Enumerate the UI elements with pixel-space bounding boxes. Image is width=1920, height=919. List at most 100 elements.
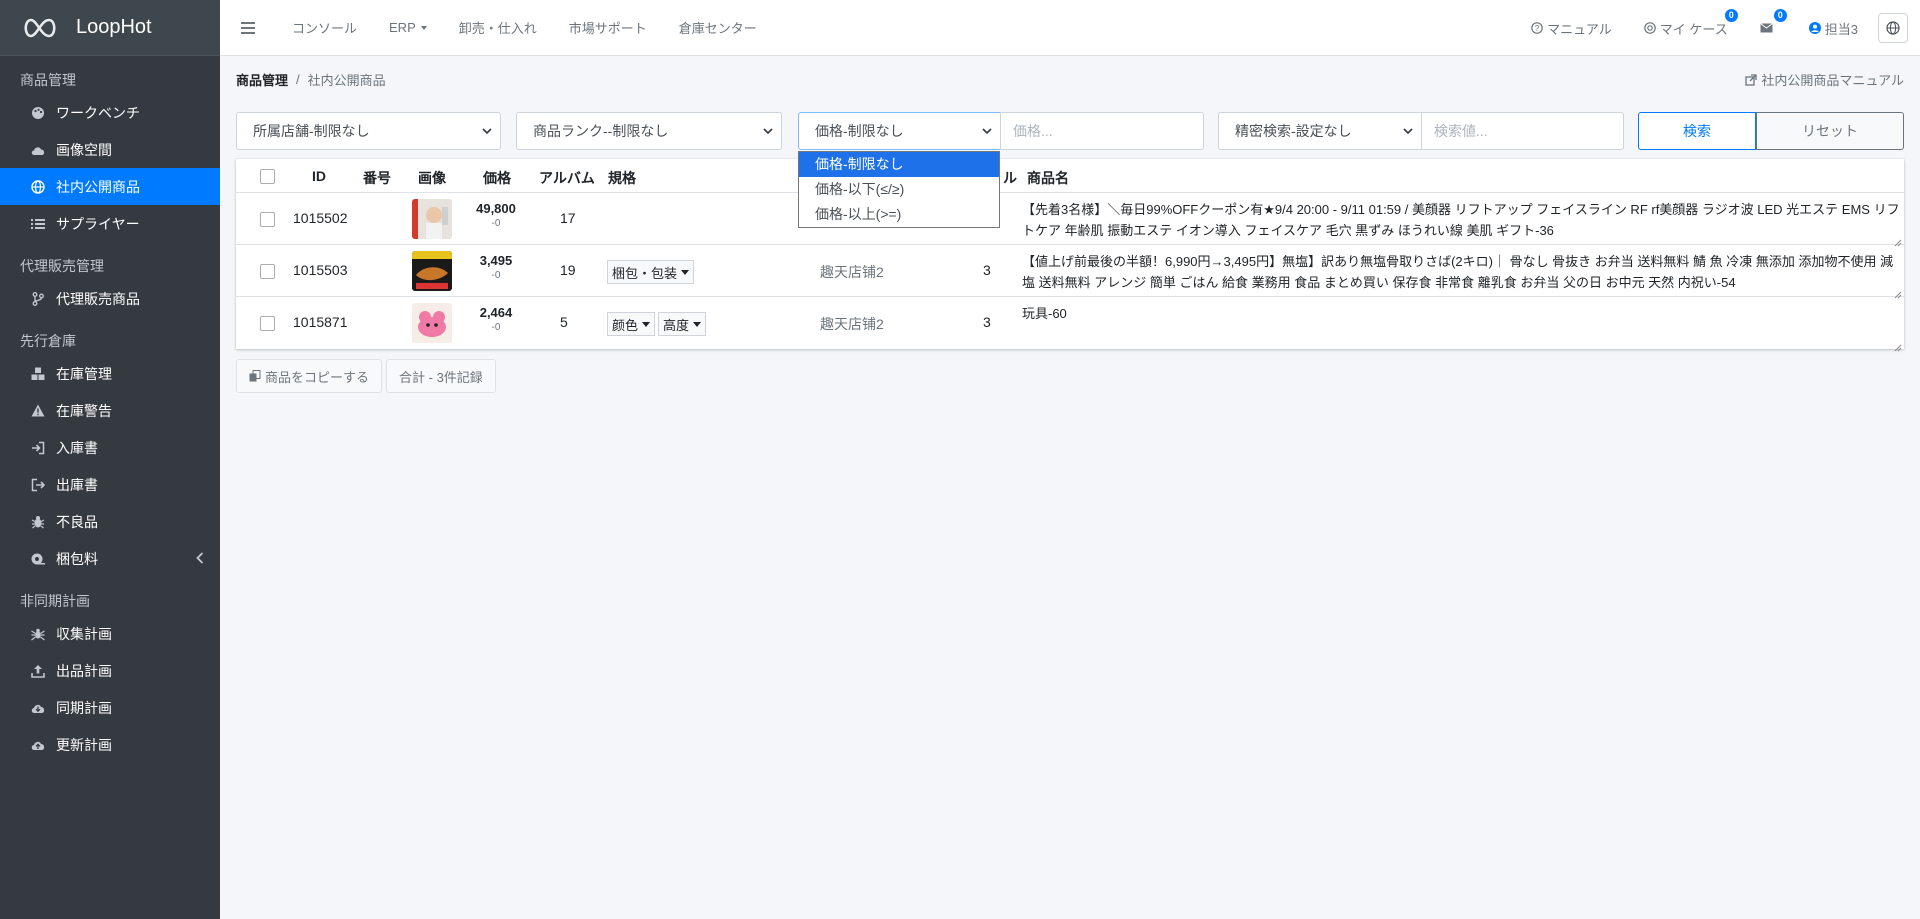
warning-icon bbox=[30, 403, 46, 419]
topbar-right: ? マニュアル マイ ケース 0 0 担当3 bbox=[1515, 0, 1920, 56]
sidebar-item[interactable]: サプライヤー bbox=[0, 205, 220, 242]
row-price: 49,800 -0 bbox=[466, 201, 526, 229]
support-icon bbox=[1643, 22, 1656, 34]
reset-button[interactable]: リセット bbox=[1756, 112, 1904, 150]
resize-handle-icon[interactable] bbox=[1894, 339, 1902, 352]
advanced-search-select[interactable]: 精密検索-設定なし bbox=[1218, 112, 1422, 150]
menu-toggle-icon[interactable] bbox=[220, 0, 276, 56]
topbar: コンソール ERP 卸売・仕入れ 市場サポート 倉庫センター ? マニュアル マ… bbox=[220, 0, 1920, 56]
sidebar-item[interactable]: 梱包料 bbox=[0, 540, 220, 577]
sidebar-item[interactable]: 収集計画 bbox=[0, 615, 220, 652]
search-button[interactable]: 検索 bbox=[1638, 112, 1756, 150]
sidebar-item-label: 画像空間 bbox=[56, 141, 112, 158]
table-row[interactable]: 1015871 2,464 -0 5 颜色 高度 趣天店铺2 3 玩具-60 bbox=[236, 297, 1904, 352]
my-case-badge: 0 bbox=[1724, 9, 1738, 22]
spider-icon bbox=[30, 626, 46, 642]
select-all-checkbox[interactable] bbox=[260, 169, 275, 184]
spec-select[interactable]: 颜色 bbox=[607, 312, 656, 336]
product-name[interactable]: 玩具-60 bbox=[1022, 303, 1902, 349]
my-case-link[interactable]: マイ ケース 0 bbox=[1628, 0, 1744, 56]
topnav-warehouse[interactable]: 倉庫センター bbox=[663, 0, 773, 56]
row-checkbox[interactable] bbox=[260, 212, 275, 227]
topnav-wholesale[interactable]: 卸売・仕入れ bbox=[443, 0, 553, 56]
breadcrumb-root[interactable]: 商品管理 bbox=[236, 70, 288, 89]
sidebar-item-label: 在庫警告 bbox=[56, 402, 112, 419]
topnav-console[interactable]: コンソール bbox=[276, 0, 373, 56]
user-menu[interactable]: 担当3 bbox=[1793, 0, 1874, 56]
product-thumbnail[interactable] bbox=[412, 251, 452, 291]
spec-select[interactable]: 高度 bbox=[658, 312, 707, 336]
sidebar-item[interactable]: 入庫書 bbox=[0, 429, 220, 466]
sidebar-item[interactable]: ワークベンチ bbox=[0, 94, 220, 131]
product-name[interactable]: 【先着3名様】＼毎日99%OFFクーポン有★9/4 20:00 - 9/11 0… bbox=[1022, 199, 1902, 245]
table-row[interactable]: 1015503 3,495 -0 19 梱包・包装 趣天店铺2 3 【値上げ前最後の半額！6,… bbox=[236, 245, 1904, 299]
row-album-count: 17 bbox=[560, 210, 576, 226]
price-option-none[interactable]: 価格-制限なし bbox=[799, 152, 999, 177]
topnav-label: コンソール bbox=[292, 21, 358, 36]
page-manual-link[interactable]: 社内公開商品マニュアル bbox=[1745, 70, 1904, 89]
chevron-down-icon bbox=[1403, 128, 1413, 135]
brand[interactable]: LoopHot bbox=[0, 0, 220, 56]
sidebar-item[interactable]: 出品計画 bbox=[0, 652, 220, 689]
mail-link[interactable]: 0 bbox=[1744, 0, 1793, 56]
header-partial: ル bbox=[1003, 170, 1017, 186]
sign-out-icon bbox=[30, 477, 46, 493]
total-records-button[interactable]: 合計 - 3件記録 bbox=[386, 359, 496, 393]
manual-link[interactable]: ? マニュアル bbox=[1515, 0, 1628, 56]
copy-products-label: 商品をコピーする bbox=[265, 369, 370, 385]
resize-handle-icon[interactable] bbox=[1894, 234, 1902, 247]
topnav-market-support[interactable]: 市場サポート bbox=[553, 0, 663, 56]
rank-select[interactable]: 商品ランク--制限なし bbox=[516, 112, 782, 150]
price-option-above[interactable]: 価格-以上(>=) bbox=[799, 202, 999, 227]
chevron-down-icon bbox=[482, 128, 492, 135]
topnav-label: 卸売・仕入れ bbox=[458, 21, 537, 36]
product-name[interactable]: 【値上げ前最後の半額！6,990円→3,495円】無塩】訳あり無塩骨取りさば(2… bbox=[1022, 251, 1902, 297]
row-checkbox[interactable] bbox=[260, 264, 275, 279]
table-header: ID 番号 画像 価格 アルバム 規格 ル 商品名 bbox=[236, 159, 1904, 193]
row-count: 3 bbox=[983, 314, 991, 330]
header-number[interactable]: 番号 bbox=[363, 168, 391, 188]
copy-products-button[interactable]: 商品をコピーする bbox=[236, 359, 383, 393]
globe-icon bbox=[30, 179, 46, 195]
search-value-input[interactable]: 検索値... bbox=[1421, 112, 1624, 150]
price-input[interactable]: 価格... bbox=[1000, 112, 1204, 150]
sign-in-icon bbox=[30, 440, 46, 456]
sidebar-item[interactable]: 同期計画 bbox=[0, 689, 220, 726]
sidebar-item[interactable]: 更新計画 bbox=[0, 726, 220, 763]
topnav-label: ERP bbox=[389, 20, 416, 35]
sidebar-item[interactable]: 不良品 bbox=[0, 503, 220, 540]
row-store: 趣天店铺2 bbox=[820, 316, 884, 332]
sidebar-item-label: 在庫管理 bbox=[56, 365, 112, 382]
sidebar-item-label: 梱包料 bbox=[56, 550, 98, 567]
breadcrumb: 商品管理 / 社内公開商品 bbox=[236, 56, 1904, 102]
header-id[interactable]: ID bbox=[312, 168, 326, 184]
cubes-icon bbox=[30, 366, 46, 382]
sidebar-item[interactable]: 社内公開商品 bbox=[0, 168, 220, 205]
caret-down-icon bbox=[681, 269, 690, 275]
price-option-below[interactable]: 価格-以下(≤/≥) bbox=[799, 177, 999, 202]
sidebar-item[interactable]: 画像空間 bbox=[0, 131, 220, 168]
store-select[interactable]: 所属店舗-制限なし bbox=[236, 112, 501, 150]
sidebar-item[interactable]: 代理販売商品 bbox=[0, 280, 220, 317]
sidebar-item[interactable]: 在庫管理 bbox=[0, 355, 220, 392]
store-select-value: 所属店舗-制限なし bbox=[253, 123, 370, 139]
spec-select[interactable]: 梱包・包装 bbox=[607, 260, 695, 284]
product-thumbnail[interactable] bbox=[412, 199, 452, 239]
sidebar-item[interactable]: 出庫書 bbox=[0, 466, 220, 503]
price-mode-select[interactable]: 価格-制限なし bbox=[798, 112, 1001, 150]
header-album[interactable]: アルバム bbox=[539, 168, 595, 188]
sidebar-item-label: ワークベンチ bbox=[56, 104, 140, 121]
product-thumbnail[interactable] bbox=[412, 303, 452, 343]
sidebar-item[interactable]: 在庫警告 bbox=[0, 392, 220, 429]
row-checkbox[interactable] bbox=[260, 316, 275, 331]
brand-name: LoopHot bbox=[76, 16, 152, 38]
topnav-erp[interactable]: ERP bbox=[373, 0, 443, 56]
resize-handle-icon[interactable] bbox=[1894, 286, 1902, 299]
language-button[interactable] bbox=[1878, 13, 1908, 43]
filter-bar: 所属店舗-制限なし 商品ランク--制限なし 価格-制限なし 価格... 精密検索… bbox=[236, 112, 1904, 152]
table-row[interactable]: 1015502 49,800 -0 17 【先着3名様】＼毎日99%OFFクーポン有★9… bbox=[236, 193, 1904, 247]
chevron-left-icon[interactable] bbox=[196, 551, 204, 567]
price-delta: -0 bbox=[491, 218, 501, 229]
header-price[interactable]: 価格 bbox=[483, 168, 511, 188]
price-mode-dropdown: 価格-制限なし 価格-以下(≤/≥) 価格-以上(>=) bbox=[798, 151, 1000, 228]
